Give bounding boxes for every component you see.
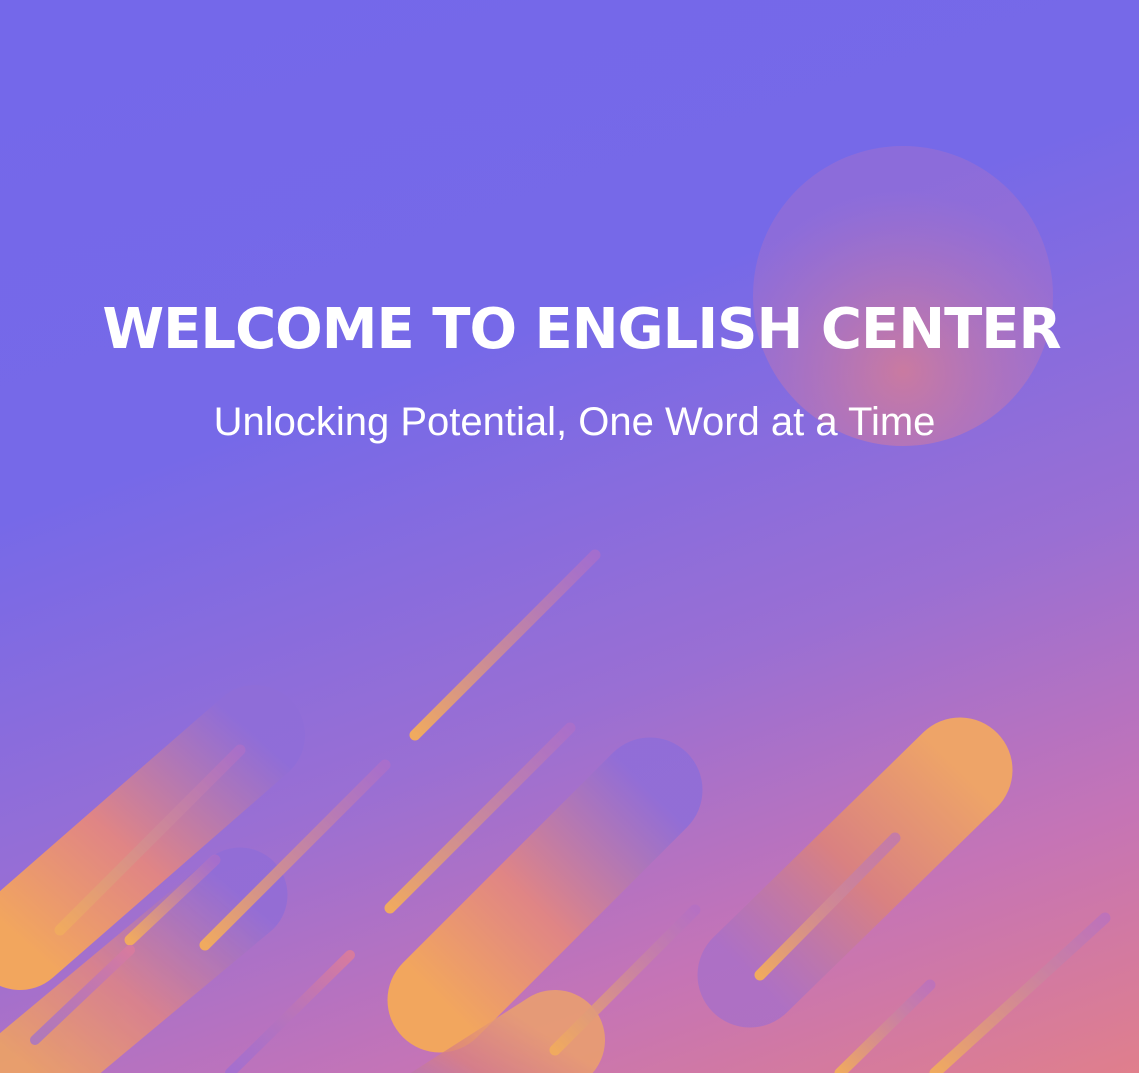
decor-streak	[225, 950, 355, 1073]
decor-streak	[834, 979, 936, 1073]
page-subtitle: Unlocking Potential, One Word at a Time	[213, 400, 936, 444]
page-title: WELCOME TO ENGLISH CENTER	[102, 297, 1061, 362]
decorative-background	[0, 146, 1111, 1073]
decor-streak	[929, 912, 1111, 1073]
hero-banner: WELCOME TO ENGLISH CENTER Unlocking Pote…	[0, 0, 1139, 1073]
decor-streak	[409, 549, 601, 741]
